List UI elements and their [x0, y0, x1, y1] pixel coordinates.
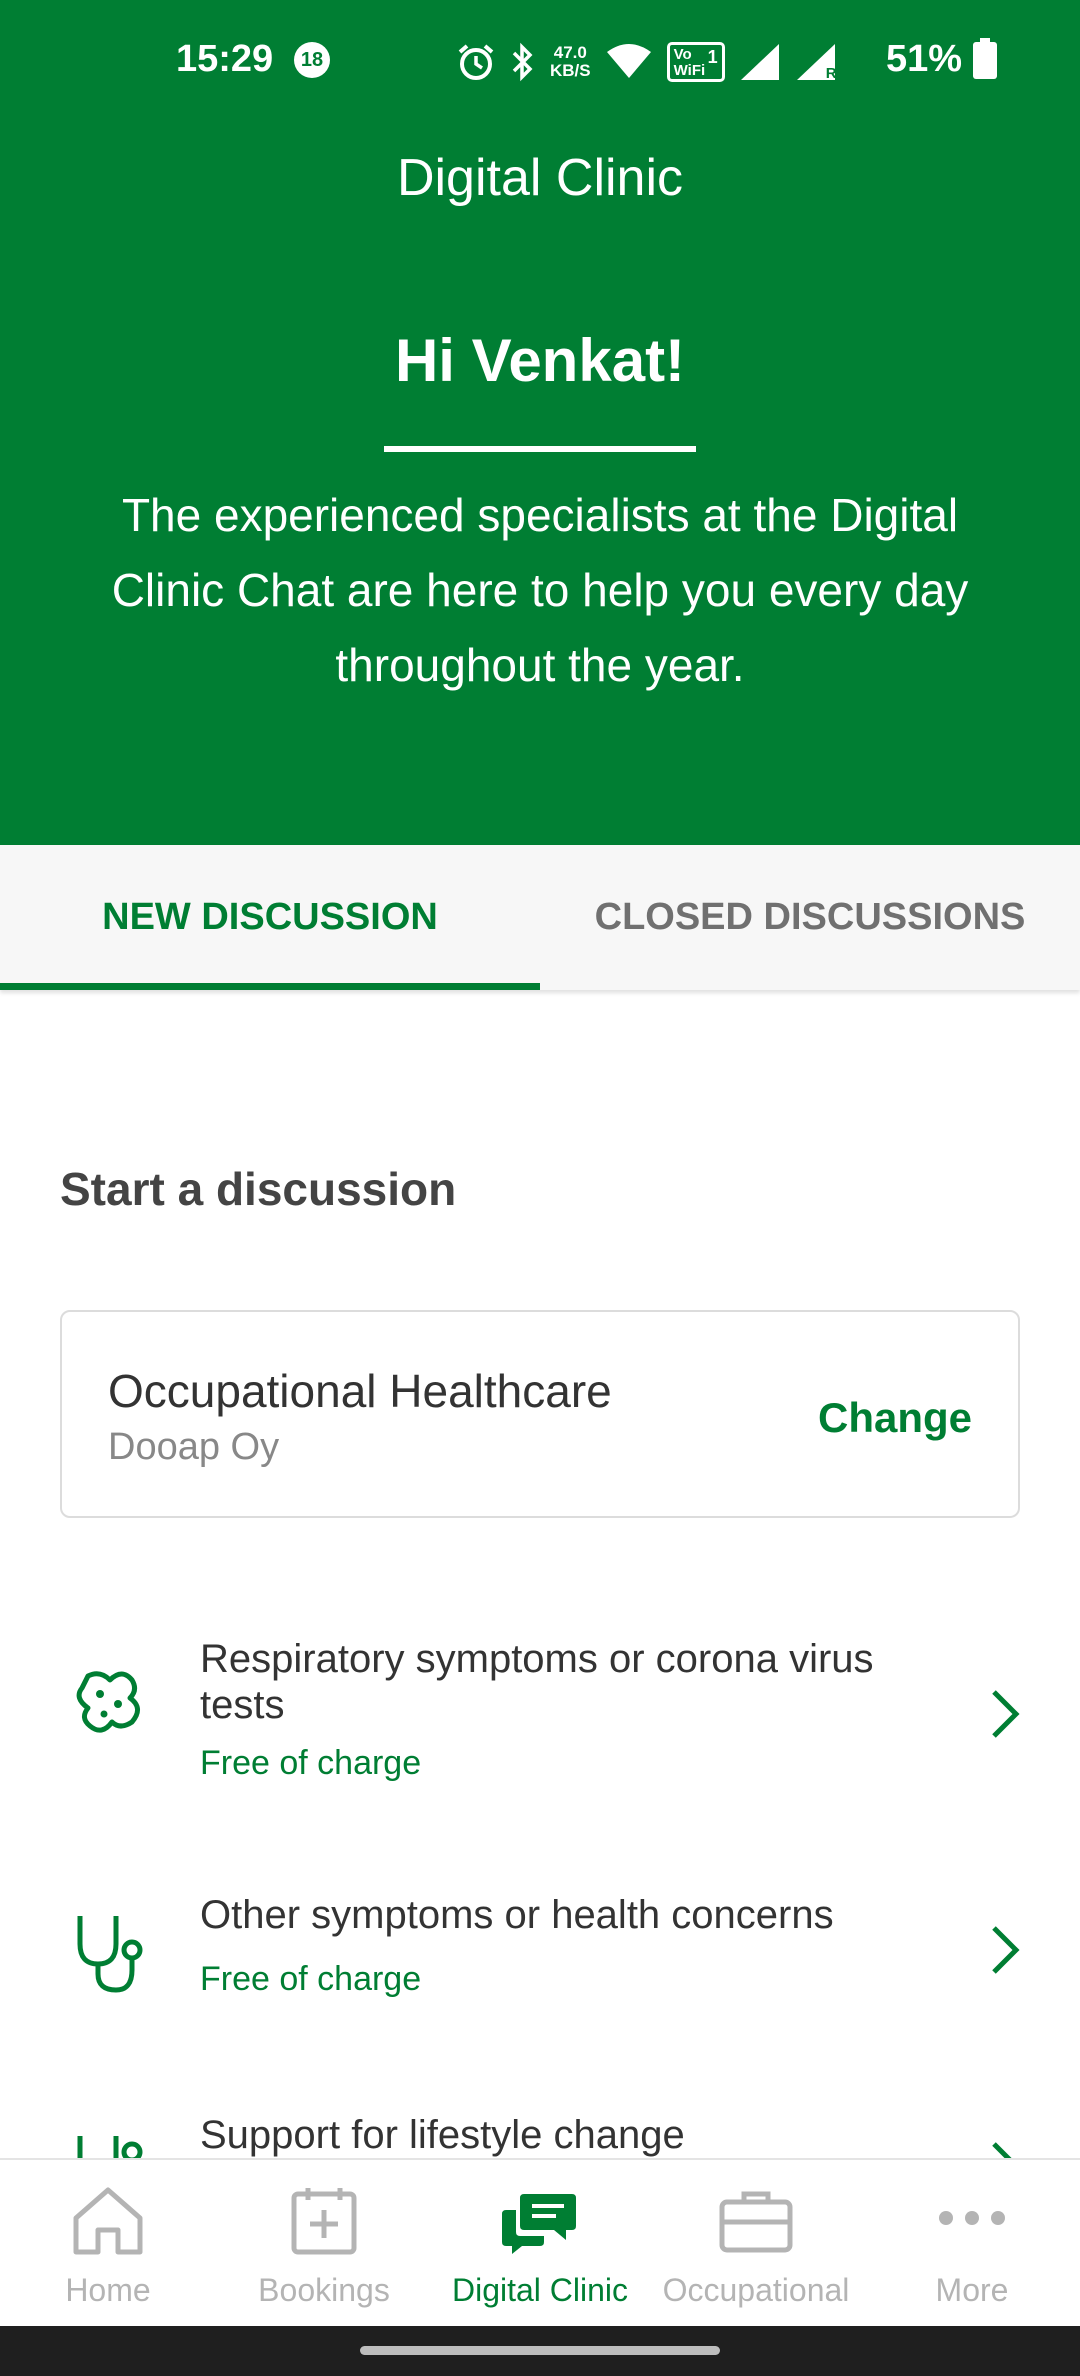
- more-dots-icon: [939, 2211, 1005, 2225]
- section-title: Start a discussion: [60, 1163, 457, 1215]
- gesture-handle[interactable]: [360, 2346, 720, 2355]
- option-respiratory[interactable]: Respiratory symptoms or corona virus tes…: [0, 1620, 1080, 1820]
- service-card: Occupational Healthcare Dooap Oy Change: [60, 1310, 1020, 1518]
- wifi-icon: [606, 44, 651, 78]
- bottom-navigation: Home Bookings Digital Clinic Occupationa…: [0, 2158, 1080, 2326]
- network-speed: 47.0 KB/S: [550, 43, 591, 80]
- status-time: 15:29: [176, 38, 274, 80]
- stethoscope-icon: [77, 2136, 143, 2158]
- header: 15:29 18 47.0 KB/S Vo WiFi 1 R 51% Digit…: [0, 0, 1080, 845]
- nav-digital-clinic[interactable]: Digital Clinic: [432, 2160, 648, 2328]
- status-bar: 15:29 18 47.0 KB/S Vo WiFi 1 R 51%: [0, 0, 1080, 120]
- chat-bubbles-icon: [502, 2194, 576, 2254]
- nav-label: Digital Clinic: [451, 2272, 629, 2308]
- change-button[interactable]: Change: [818, 1394, 972, 1442]
- nav-home[interactable]: Home: [0, 2160, 216, 2328]
- vowifi-badge: Vo WiFi 1: [666, 42, 725, 82]
- home-icon: [73, 2187, 143, 2255]
- nav-label: More: [935, 2272, 1009, 2308]
- chevron-right-icon: [992, 1926, 1020, 1974]
- nav-label: Bookings: [258, 2272, 390, 2308]
- virus-icon: [76, 1671, 140, 1733]
- nav-more[interactable]: More: [864, 2160, 1080, 2328]
- nav-label: Home: [65, 2272, 151, 2308]
- option-title: Other symptoms or health concerns: [200, 1893, 834, 1937]
- briefcase-icon: [719, 2191, 793, 2253]
- app-title: Digital Clinic: [396, 149, 684, 207]
- status-icons: 47.0 KB/S Vo WiFi 1 R: [456, 36, 837, 88]
- service-title: Occupational Healthcare: [108, 1365, 612, 1417]
- battery-icon: [973, 38, 997, 79]
- calendar-add-icon: [291, 2188, 357, 2255]
- nav-label: Occupational: [662, 2272, 850, 2308]
- option-title: Support for lifestyle change: [200, 2113, 685, 2157]
- signal-roaming: R: [795, 42, 837, 82]
- signal-icon: [740, 44, 779, 80]
- system-gesture-bar: [0, 2326, 1080, 2376]
- battery-percent: 51%: [886, 38, 963, 80]
- service-company: Dooap Oy: [108, 1426, 280, 1468]
- chevron-right-icon: [992, 2142, 1012, 2158]
- option-other-symptoms[interactable]: Other symptoms or health concerns Free o…: [0, 1880, 1080, 2080]
- active-tab-indicator: [0, 983, 540, 990]
- chevron-right-icon: [992, 1690, 1020, 1738]
- tab-closed-discussions[interactable]: CLOSED DISCUSSIONS: [540, 845, 1080, 990]
- alarm-icon: [458, 44, 494, 80]
- option-title: Respiratory symptoms or corona virus tes…: [200, 1637, 874, 1727]
- option-lifestyle-change[interactable]: Support for lifestyle change: [0, 2100, 1080, 2158]
- greeting-title: Hi Venkat!: [394, 327, 686, 394]
- notification-badge: 18: [294, 42, 330, 78]
- stethoscope-icon: [77, 1916, 143, 1993]
- tab-new-discussion[interactable]: NEW DISCUSSION: [0, 845, 540, 990]
- nav-occupational[interactable]: Occupational: [648, 2160, 864, 2328]
- option-price: Free of charge: [200, 1744, 422, 1782]
- intro-text: The experienced specialists at the Digit…: [111, 489, 969, 691]
- bluetooth-icon: [512, 42, 533, 82]
- tab-bar: NEW DISCUSSION CLOSED DISCUSSIONS: [0, 845, 1080, 990]
- option-price: Free of charge: [200, 1960, 422, 1998]
- greeting-divider: [384, 446, 696, 452]
- nav-bookings[interactable]: Bookings: [216, 2160, 432, 2328]
